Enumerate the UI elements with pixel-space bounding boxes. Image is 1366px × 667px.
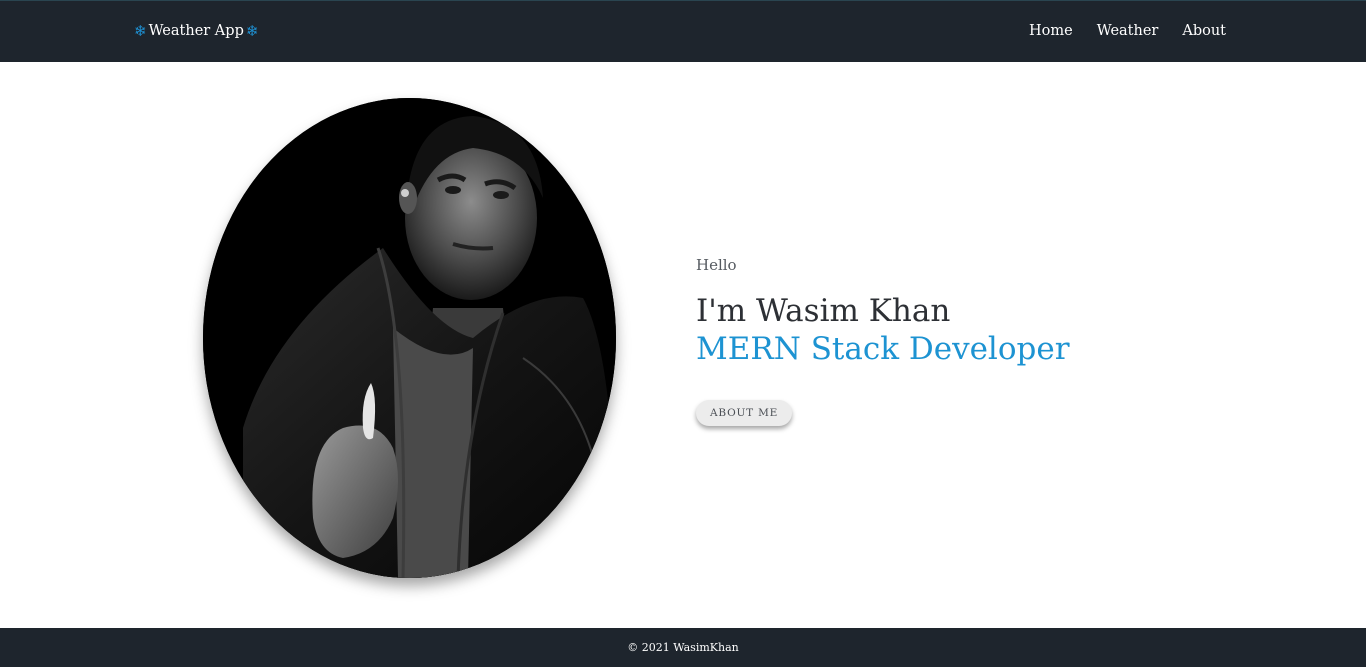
copyright-text: © 2021 WasimKhan [627, 641, 739, 654]
nav-link-home[interactable]: Home [1029, 23, 1073, 39]
about-me-button[interactable]: ABOUT ME [696, 400, 793, 426]
nav-links: Home Weather About [1029, 23, 1226, 39]
profile-photo [203, 98, 616, 578]
snowflake-icon: ❄ [245, 21, 259, 40]
snowflake-icon: ❄ [134, 21, 147, 40]
brand-label: Weather App [148, 23, 244, 39]
intro-section: Hello I'm Wasim Khan MERN Stack Develope… [696, 256, 1070, 426]
role-heading: MERN Stack Developer [696, 331, 1070, 367]
nav-link-about[interactable]: About [1182, 23, 1226, 39]
navbar: ❄ Weather App ❄ Home Weather About [0, 0, 1366, 62]
nav-link-weather[interactable]: Weather [1097, 23, 1159, 39]
greeting-text: Hello [696, 256, 737, 274]
footer: © 2021 WasimKhan [0, 628, 1366, 667]
brand-link[interactable]: ❄ Weather App ❄ [134, 23, 258, 39]
name-heading: I'm Wasim Khan [696, 293, 951, 329]
profile-portrait-image [203, 98, 616, 578]
